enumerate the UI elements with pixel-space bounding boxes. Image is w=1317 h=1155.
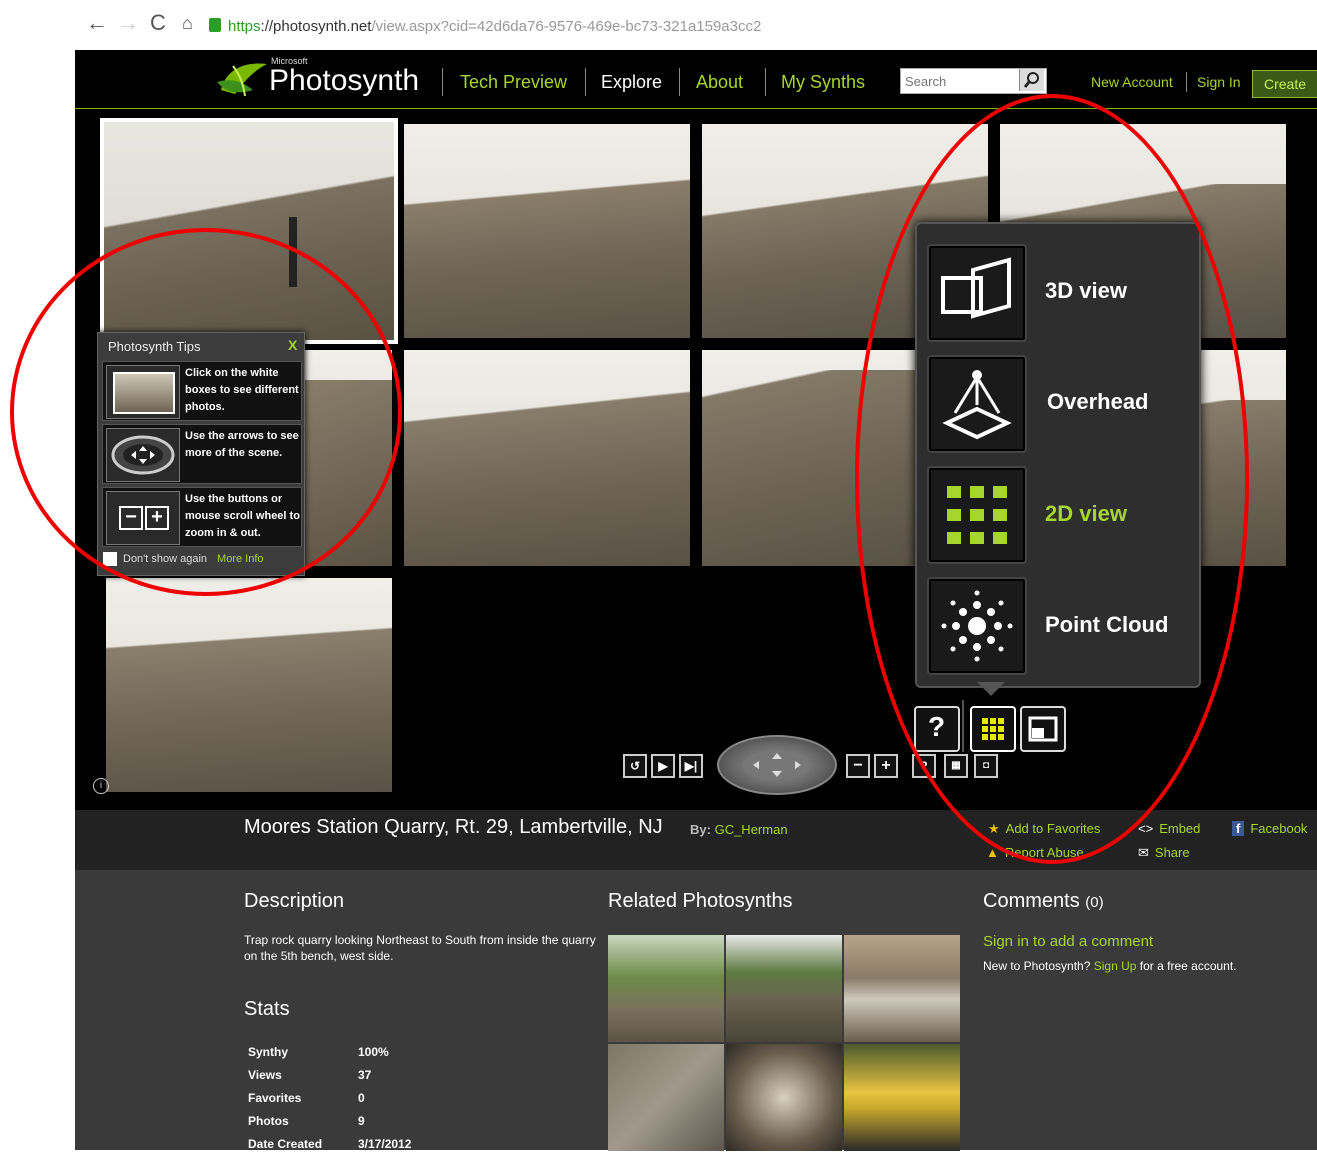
rotate-icon[interactable]: ↺	[623, 754, 647, 778]
search-input[interactable]	[901, 69, 1019, 93]
facebook-icon: f	[1232, 821, 1245, 836]
reload-icon[interactable]: C	[150, 10, 166, 36]
embed-label: Embed	[1159, 821, 1201, 836]
stat-key: Photos	[248, 1113, 289, 1128]
stat-key: Views	[248, 1067, 282, 1082]
stat-key: Synthy	[248, 1044, 289, 1059]
new-to-photosynth: New to Photosynth? Sign Up for a free ac…	[983, 959, 1237, 973]
stats-row: Date Created 3/17/2012	[248, 1132, 411, 1155]
highlight-ring-view-menu	[855, 94, 1249, 864]
synth-title: Moores Station Quarry, Rt. 29, Lambertvi…	[244, 816, 663, 838]
nav-divider	[442, 68, 443, 96]
new-to-suffix: for a free account.	[1139, 959, 1237, 973]
search-button[interactable]	[1019, 69, 1044, 91]
address-bar[interactable]: https://photosynth.net/view.aspx?cid=42d…	[228, 18, 761, 35]
stat-value: 37	[358, 1067, 372, 1082]
related-thumbnail[interactable]	[844, 935, 960, 1042]
embed-icon: <>	[1138, 821, 1154, 836]
back-arrow-icon[interactable]: ←	[86, 10, 108, 36]
facebook-link[interactable]: f Facebook	[1232, 821, 1307, 836]
nav-my-synths[interactable]: My Synths	[781, 72, 865, 93]
stat-value: 9	[358, 1113, 365, 1128]
facebook-label: Facebook	[1250, 821, 1308, 836]
related-thumbnail[interactable]	[726, 1044, 842, 1151]
sign-in-to-comment-link[interactable]: Sign in to add a comment	[983, 933, 1153, 950]
brand-name: Photosynth	[269, 64, 420, 97]
new-to-prefix: New to Photosynth?	[983, 959, 1091, 973]
author-link[interactable]: GC_Herman	[715, 822, 788, 837]
by-label: By:	[690, 822, 711, 837]
url-scheme: https	[228, 18, 261, 35]
photo-thumbnail[interactable]	[404, 350, 690, 566]
stats-heading: Stats	[244, 998, 290, 1020]
related-thumbnail[interactable]	[608, 1044, 724, 1151]
home-icon[interactable]: ⌂	[182, 13, 193, 34]
stat-value: 100%	[358, 1044, 389, 1059]
share-link[interactable]: ✉ Share	[1138, 845, 1190, 861]
nav-divider	[679, 68, 680, 96]
embed-link[interactable]: <> Embed	[1138, 821, 1200, 836]
stat-key: Favorites	[248, 1090, 302, 1105]
nav-divider	[585, 68, 586, 96]
description-text: Trap rock quarry looking Northeast to So…	[244, 933, 596, 963]
url-path: /view.aspx?cid=42d6da76-9576-469e-bc73-3…	[371, 18, 762, 35]
related-grid	[608, 935, 960, 1151]
related-thumbnail[interactable]	[844, 1044, 960, 1151]
browser-toolbar: ← → C ⌂ https://photosynth.net/view.aspx…	[0, 0, 1317, 50]
highlight-ring-tips	[10, 228, 402, 596]
leaf-logo-icon	[217, 63, 267, 97]
stat-value: 3/17/2012	[358, 1136, 412, 1151]
sign-in-link[interactable]: Sign In	[1197, 74, 1241, 90]
mail-icon: ✉	[1138, 845, 1149, 860]
related-heading: Related Photosynths	[608, 890, 793, 912]
photosynth-logo[interactable]: Microsoft Photosynth	[215, 56, 430, 100]
url-host: ://photosynth.net	[260, 18, 372, 35]
photo-thumbnail[interactable]	[106, 578, 392, 792]
related-thumbnail[interactable]	[726, 935, 842, 1042]
sign-up-link[interactable]: Sign Up	[1094, 959, 1137, 973]
stats-row: Views 37	[248, 1063, 411, 1086]
photo-thumbnail[interactable]	[404, 124, 690, 338]
zoom-in-icon[interactable]: +	[874, 754, 898, 778]
related-thumbnail[interactable]	[608, 935, 724, 1042]
lock-icon	[209, 18, 221, 32]
new-account-link[interactable]: New Account	[1091, 74, 1173, 90]
synth-author: By: GC_Herman	[690, 822, 788, 837]
stats-table: Synthy 100% Views 37 Favorites 0 Photos 9 Da…	[248, 1040, 411, 1155]
navigation-pad[interactable]	[717, 735, 837, 795]
stat-value: 0	[358, 1090, 365, 1105]
arrows-icon	[743, 750, 811, 780]
comments-count: (0)	[1085, 894, 1104, 911]
stats-row: Favorites 0	[248, 1086, 411, 1109]
stat-key: Date Created	[248, 1136, 323, 1151]
nav-about[interactable]: About	[696, 72, 743, 93]
info-icon[interactable]: i	[93, 778, 109, 794]
nav-explore[interactable]: Explore	[601, 72, 662, 93]
share-label: Share	[1154, 845, 1190, 860]
description-heading: Description	[244, 890, 345, 912]
play-icon[interactable]: ▶	[651, 754, 675, 778]
nav-tech-preview[interactable]: Tech Preview	[460, 72, 567, 93]
link-divider	[1186, 72, 1187, 92]
comments-heading: Comments (0)	[983, 890, 1104, 913]
nav-divider	[765, 68, 766, 96]
zoom-out-icon[interactable]: −	[846, 754, 870, 778]
create-button[interactable]: Create	[1252, 70, 1317, 98]
stats-row: Synthy 100%	[248, 1040, 411, 1063]
step-forward-icon[interactable]: ▶|	[679, 754, 703, 778]
stats-row: Photos 9	[248, 1109, 411, 1132]
forward-arrow-icon[interactable]: →	[117, 10, 139, 36]
comments-title: Comments	[983, 890, 1080, 912]
search-icon	[1023, 72, 1039, 88]
